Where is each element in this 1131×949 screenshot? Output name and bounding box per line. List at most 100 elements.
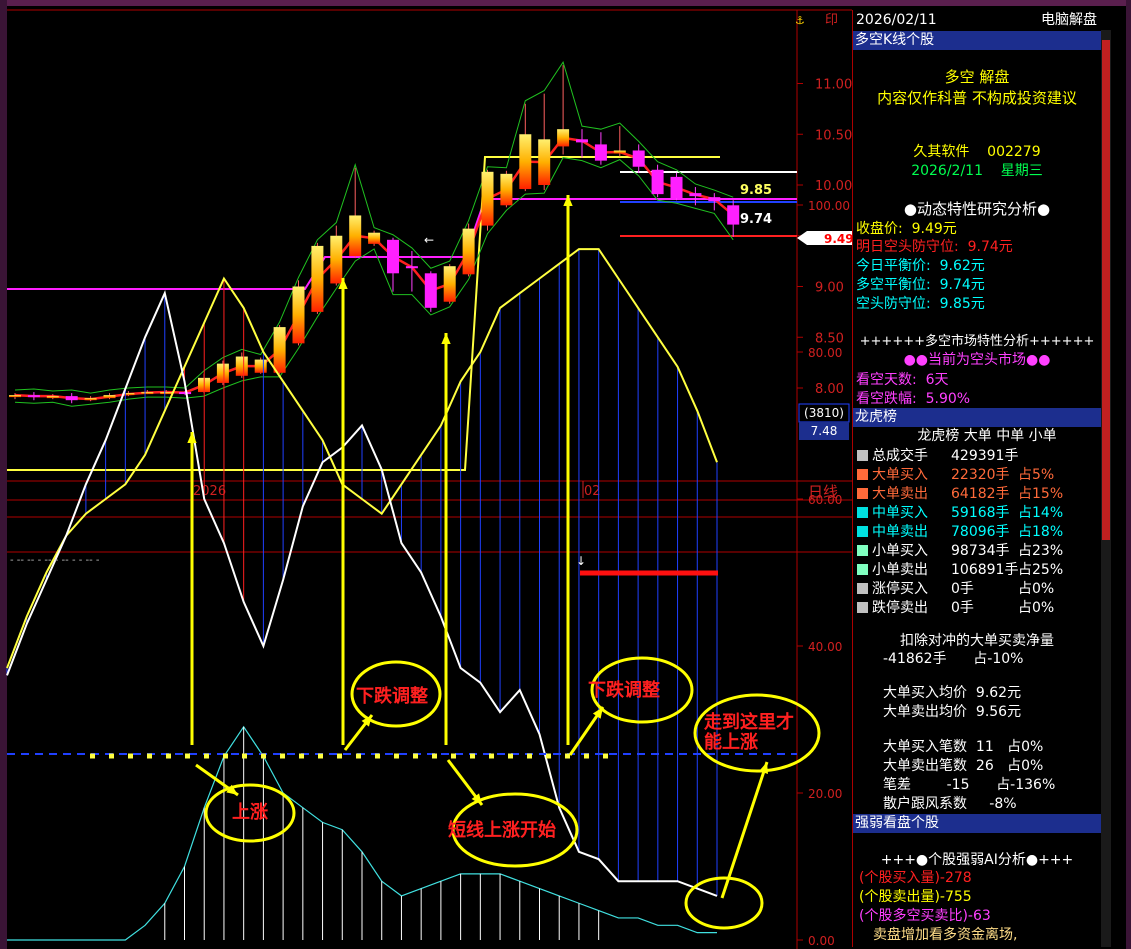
today-value: 9.62元 (939, 258, 985, 274)
legend-swatch (857, 507, 868, 518)
net-row: -41862手 占-10% (853, 650, 1131, 668)
ma-line (14, 136, 734, 401)
company-name: 久其软件 (913, 144, 970, 160)
lhb-label: 小单买入 (872, 543, 928, 559)
panel-topbar: 2026/02/11 电脑解盘 (853, 10, 1101, 30)
lhb-pct: 占18% (1018, 524, 1064, 540)
kline-chart[interactable]: 11.0010.5010.009.509.008.508.00印⚓100.008… (0, 0, 852, 949)
candle-body (708, 197, 721, 202)
candle-body (46, 396, 59, 399)
lhb-row: 小单买入 98734手 占23% (853, 542, 1101, 560)
candle-body (160, 392, 173, 395)
candle-body (481, 171, 494, 226)
candle-body (538, 139, 551, 185)
bear-days-label: 看空天数: (856, 372, 917, 388)
candle-body (405, 266, 418, 269)
bear-value: 9.85元 (939, 296, 985, 312)
big-buy-cnt-row: 大单买入笔数 11 占0% (853, 738, 1131, 756)
lhb-label: 中单买入 (872, 505, 928, 521)
annotation-text: 短线上涨开始 (448, 819, 556, 841)
ai-buy: (个股买入量)-278 (859, 870, 972, 886)
osc-tick-label: 0.00 (808, 934, 835, 948)
legend-swatch (857, 564, 868, 575)
date-text: 2026/2/11 (911, 163, 983, 179)
legend-swatch (857, 488, 868, 499)
lhb-value: 64182手 (951, 486, 1010, 502)
multi-value: 9.74元 (939, 277, 985, 293)
header-line1: 多空 解盘 (944, 68, 1010, 86)
price-tick-label: 11.00 (815, 78, 852, 93)
vol-value-label: 7.48 (811, 424, 838, 438)
x-label-02: 02 (584, 484, 601, 499)
lhb-label: 总成交手 (872, 448, 928, 464)
section-header-lhb[interactable]: 龙虎榜 (853, 408, 1103, 427)
lhb-value: 429391手 (951, 448, 1019, 464)
scrollbar-thumb[interactable] (1102, 40, 1110, 540)
legend-swatch (857, 602, 868, 613)
lhb-value: 98734手 (951, 543, 1010, 559)
close-value: 9.49元 (911, 221, 957, 237)
lhb-pct: 占14% (1018, 505, 1064, 521)
legend-swatch (857, 583, 868, 594)
annotation-text: 下跌调整 (588, 679, 660, 701)
osc-tick-label: 100.00 (808, 199, 850, 213)
price-tick-label: 8.50 (815, 331, 844, 346)
lhb-row: 小单卖出 106891手 占25% (853, 561, 1101, 579)
candle-body (27, 395, 40, 398)
x-label-2026: 2026 (193, 484, 226, 499)
lhb-value: 0手 (951, 581, 974, 597)
candle-body (292, 286, 305, 344)
annotation-text: 能上涨 (704, 731, 758, 753)
company-row: 久其软件 002279 (853, 143, 1101, 161)
lhb-label: 小单卖出 (872, 562, 928, 578)
big-buy-cnt-value: 11 (975, 739, 994, 755)
period-label: 日线 (808, 483, 838, 501)
section-header-strength[interactable]: 强弱看盘个股 (853, 814, 1103, 833)
lhb-value: 59168手 (951, 505, 1010, 521)
bear-drop-row: 看空跌幅: 5.90% (853, 390, 1104, 408)
candle-body (670, 176, 683, 199)
lhb-label: 大单卖出 (872, 486, 928, 502)
panel-app-title[interactable]: 电脑解盘 (1041, 10, 1097, 30)
net-pct: 占-10% (973, 651, 1024, 667)
arrow-short-rise-head (441, 333, 451, 345)
today-row: 今日平衡价: 9.62元 (853, 257, 1104, 275)
diff-label: 笔差 (883, 777, 911, 793)
tomorrow-value: 9.74元 (967, 239, 1013, 255)
annotation-text: 走到这里才 (704, 711, 794, 733)
analysis-panel: 2026/02/11 电脑解盘 多空K线个股 多空 解盘 内容仅作科普 不构成投… (852, 10, 1104, 947)
bear-drop-value: 5.90% (925, 391, 971, 407)
candle-body (330, 235, 343, 284)
price-tick-label: 10.00 (815, 179, 852, 194)
big-buy-cnt-label: 大单买入笔数 (883, 739, 967, 755)
close-row: 收盘价: 9.49元 (853, 220, 1104, 238)
weekday-text: 星期三 (1000, 163, 1043, 179)
app-window: 11.0010.5010.009.509.008.508.00印⚓100.008… (0, 0, 1131, 949)
candle-body (65, 396, 78, 401)
panel-scrollbar[interactable] (1101, 30, 1111, 947)
lhb-row: 中单买入 59168手 占14% (853, 504, 1101, 522)
lhb-pct: 占23% (1018, 543, 1064, 559)
stock-code: 002279 (987, 144, 1041, 160)
left-arrow-mark: ← (424, 233, 434, 247)
big-sell-cnt-pct: 占0% (1007, 758, 1044, 774)
multi-balance-line (7, 198, 797, 290)
ai-note: 卖盘增加看多资金离场, (873, 927, 1018, 943)
today-label: 今日平衡价: (856, 258, 931, 274)
lhb-row: 大单卖出 64182手 占15% (853, 485, 1101, 503)
lhb-label: 中单卖出 (872, 524, 928, 540)
lhb-header: 龙虎榜 大单 中单 小单 (917, 428, 1057, 444)
net-value: -41862手 (883, 651, 947, 667)
section-header-kline[interactable]: 多空K线个股 (853, 31, 1103, 50)
lhb-label: 跌停卖出 (872, 600, 928, 616)
candle-body (9, 395, 21, 398)
top-icon: 印 (825, 13, 838, 28)
candle-body (349, 215, 362, 257)
retail-value: -8% (989, 796, 1017, 812)
candle-body (500, 173, 513, 206)
ai-ratio: (个股多空买卖比)-63 (859, 908, 991, 924)
bear-days-row: 看空天数: 6天 (853, 371, 1104, 389)
candle-body (689, 193, 702, 197)
dyn-title: ●动态特性研究分析● (903, 200, 1051, 218)
big-buy-avg-value: 9.62元 (975, 685, 1022, 701)
